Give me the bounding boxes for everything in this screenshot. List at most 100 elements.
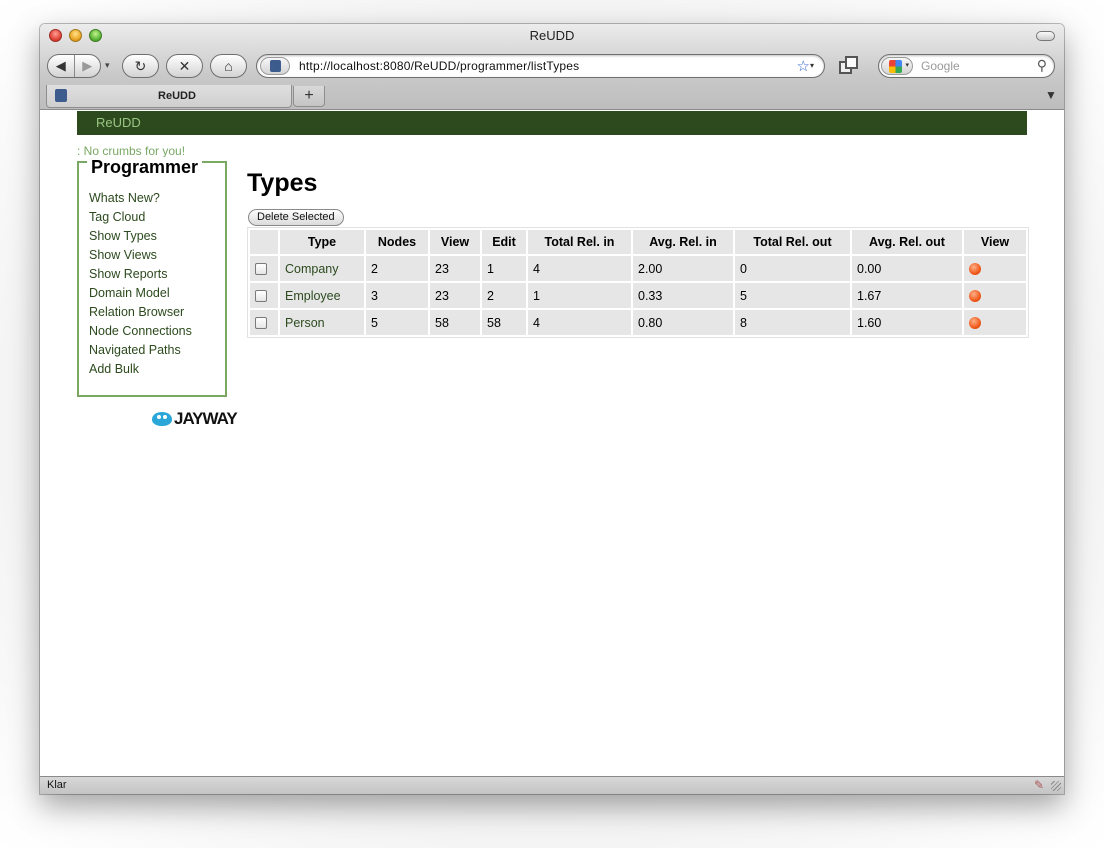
resize-grip-icon[interactable] [1051, 781, 1061, 791]
addon-status-icon[interactable]: ✎ [1034, 778, 1044, 792]
search-input[interactable]: Google [921, 59, 960, 73]
site-brand-link[interactable]: ReUDD [96, 115, 141, 130]
column-header-total-rel-out: Total Rel. out [735, 230, 850, 254]
avg-rel-in-cell: 2.00 [633, 256, 733, 281]
row-select-cell [250, 283, 278, 308]
column-header-nodes: Nodes [366, 230, 428, 254]
google-icon [889, 60, 902, 73]
view-action-cell [964, 256, 1026, 281]
sidebar-item-domain-model[interactable]: Domain Model [89, 284, 192, 303]
edit-count-cell: 58 [482, 310, 526, 335]
search-bar[interactable]: ▾ Google ⚲ [878, 54, 1055, 78]
view-count-cell: 23 [430, 283, 480, 308]
bookmark-star-icon[interactable]: ☆ [797, 57, 810, 75]
search-engine-button[interactable]: ▾ [881, 57, 913, 75]
sidebar-item-show-views[interactable]: Show Views [89, 246, 192, 265]
extension-shape [845, 56, 858, 69]
table-row: Company 2 23 1 4 2.00 0 0.00 [250, 256, 1026, 281]
jayway-logo[interactable]: JAYWAY [152, 409, 238, 429]
total-rel-out-cell: 8 [735, 310, 850, 335]
sidebar-item-whats-new[interactable]: Whats New? [89, 189, 192, 208]
sidebar-item-add-bulk[interactable]: Add Bulk [89, 360, 192, 379]
search-icon[interactable]: ⚲ [1037, 57, 1047, 74]
row-select-cell [250, 256, 278, 281]
sidebar: Programmer Whats New? Tag Cloud Show Typ… [77, 157, 227, 397]
stop-button[interactable]: ✕ [166, 54, 203, 78]
type-link[interactable]: Person [285, 316, 325, 330]
browser-window: ReUDD ◀ ▶ ▾ ↻ ✕ ⌂ http://localhost:8080/… [40, 24, 1064, 794]
view-count-cell: 58 [430, 310, 480, 335]
sidebar-item-show-reports[interactable]: Show Reports [89, 265, 192, 284]
history-dropdown-icon[interactable]: ▾ [105, 60, 110, 71]
total-rel-out-cell: 0 [735, 256, 850, 281]
tab-list-icon[interactable]: ▼ [1043, 88, 1059, 104]
view-dot-icon[interactable] [969, 317, 981, 330]
mascot-icon [152, 412, 172, 426]
delete-selected-button[interactable]: Delete Selected [248, 209, 344, 226]
url-text[interactable]: http://localhost:8080/ReUDD/programmer/l… [299, 59, 579, 73]
sidebar-item-relation-browser[interactable]: Relation Browser [89, 303, 192, 322]
column-header-edit: Edit [482, 230, 526, 254]
row-checkbox[interactable] [255, 263, 267, 276]
table-header-row: Type Nodes View Edit Total Rel. in Avg. … [250, 230, 1026, 254]
back-forward-buttons: ◀ ▶ [47, 54, 101, 78]
sidebar-item-node-connections[interactable]: Node Connections [89, 322, 192, 341]
nodes-cell: 3 [366, 283, 428, 308]
new-tab-button[interactable]: + [293, 86, 325, 107]
reload-button[interactable]: ↻ [122, 54, 159, 78]
tab-label: ReUDD [158, 90, 196, 102]
edit-count-cell: 1 [482, 256, 526, 281]
home-button[interactable]: ⌂ [210, 54, 247, 78]
tab-reudd[interactable]: ReUDD [46, 85, 292, 108]
status-bar: Klar ✎ [40, 776, 1064, 794]
sidebar-item-tag-cloud[interactable]: Tag Cloud [89, 208, 192, 227]
sidebar-item-navigated-paths[interactable]: Navigated Paths [89, 341, 192, 360]
breadcrumb: : No crumbs for you! [77, 144, 186, 158]
page-content: ReUDD : No crumbs for you! Programmer Wh… [40, 111, 1064, 776]
address-bar[interactable]: http://localhost:8080/ReUDD/programmer/l… [256, 54, 825, 78]
window-title: ReUDD [529, 28, 575, 43]
site-identity-button[interactable] [260, 57, 290, 75]
location-dropdown-icon[interactable]: ▾ [810, 61, 818, 70]
table-row: Person 5 58 58 4 0.80 8 1.60 [250, 310, 1026, 335]
sidebar-menu: Whats New? Tag Cloud Show Types Show Vie… [89, 189, 192, 379]
type-cell: Employee [280, 283, 364, 308]
view-action-cell [964, 283, 1026, 308]
site-banner: ReUDD [77, 111, 1027, 135]
avg-rel-out-cell: 1.67 [852, 283, 962, 308]
sidebar-title: Programmer [87, 157, 203, 178]
nodes-cell: 2 [366, 256, 428, 281]
type-link[interactable]: Company [285, 262, 339, 276]
favicon-icon [270, 60, 281, 72]
view-dot-icon[interactable] [969, 263, 981, 276]
table-row: Employee 3 23 2 1 0.33 5 1.67 [250, 283, 1026, 308]
row-select-cell [250, 310, 278, 335]
total-rel-in-cell: 1 [528, 283, 631, 308]
title-bar: ReUDD ◀ ▶ ▾ ↻ ✕ ⌂ http://localhost:8080/… [40, 24, 1064, 110]
view-count-cell: 23 [430, 256, 480, 281]
column-header-total-rel-in: Total Rel. in [528, 230, 631, 254]
type-cell: Company [280, 256, 364, 281]
extension-icon[interactable] [837, 55, 861, 77]
back-button[interactable]: ◀ [48, 58, 74, 74]
types-table: Type Nodes View Edit Total Rel. in Avg. … [247, 227, 1029, 338]
column-header-type: Type [280, 230, 364, 254]
type-cell: Person [280, 310, 364, 335]
nodes-cell: 5 [366, 310, 428, 335]
toolbar-toggle-button[interactable] [1036, 31, 1055, 41]
column-header-avg-rel-in: Avg. Rel. in [633, 230, 733, 254]
row-checkbox[interactable] [255, 317, 267, 330]
view-action-cell [964, 310, 1026, 335]
type-link[interactable]: Employee [285, 289, 341, 303]
view-dot-icon[interactable] [969, 290, 981, 303]
status-text: Klar [47, 779, 67, 791]
column-header-select [250, 230, 278, 254]
forward-button[interactable]: ▶ [74, 58, 100, 74]
sidebar-item-show-types[interactable]: Show Types [89, 227, 192, 246]
column-header-view: View [430, 230, 480, 254]
total-rel-in-cell: 4 [528, 256, 631, 281]
avg-rel-out-cell: 0.00 [852, 256, 962, 281]
row-checkbox[interactable] [255, 290, 267, 303]
column-header-avg-rel-out: Avg. Rel. out [852, 230, 962, 254]
total-rel-in-cell: 4 [528, 310, 631, 335]
